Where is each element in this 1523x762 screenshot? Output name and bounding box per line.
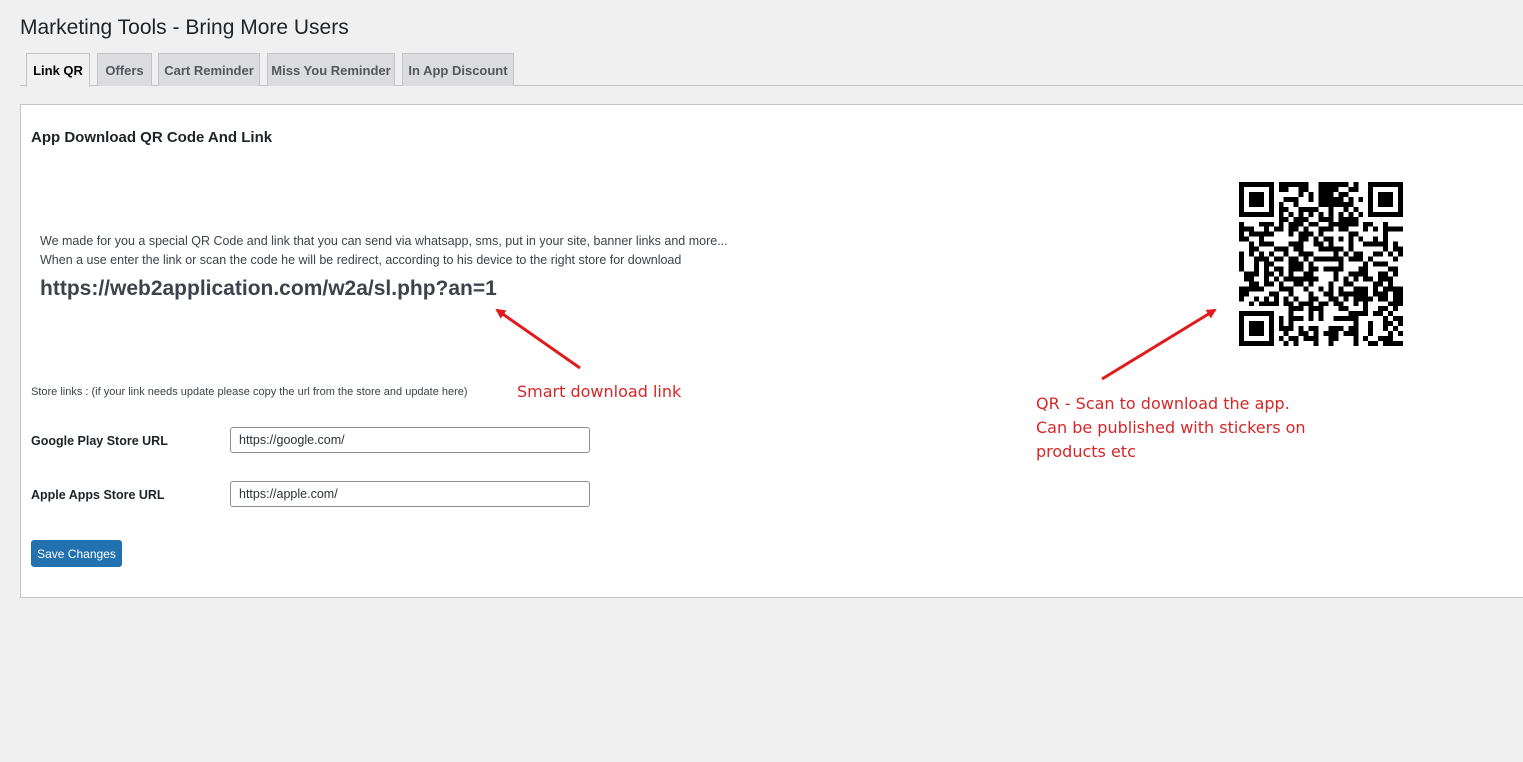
page-title: Marketing Tools - Bring More Users — [20, 16, 349, 39]
annotation-smart-link: Smart download link — [517, 382, 682, 401]
description-line-2: When a use enter the link or scan the co… — [40, 253, 682, 267]
settings-panel: App Download QR Code And Link We made fo… — [20, 104, 1523, 598]
smart-download-link[interactable]: https://web2application.com/w2a/sl.php?a… — [40, 277, 497, 301]
tab-offers[interactable]: Offers — [97, 53, 152, 86]
save-changes-button[interactable]: Save Changes — [31, 540, 122, 567]
annotation-qr-line-3: products etc — [1036, 442, 1136, 461]
tab-in-app-discount[interactable]: In App Discount — [402, 53, 514, 86]
google-play-url-input[interactable] — [230, 427, 590, 453]
apple-store-label: Apple Apps Store URL — [31, 488, 165, 502]
store-links-note: Store links : (if your link needs update… — [31, 386, 468, 398]
annotation-qr-line-2: Can be published with stickers on — [1036, 418, 1306, 437]
tab-bar: Link QR Offers Cart Reminder Miss You Re… — [20, 53, 1523, 87]
qr-code-icon — [1239, 182, 1403, 346]
annotation-qr-line-1: QR - Scan to download the app. — [1036, 394, 1290, 413]
apple-store-url-input[interactable] — [230, 481, 590, 507]
google-play-label: Google Play Store URL — [31, 434, 168, 448]
tab-cart-reminder[interactable]: Cart Reminder — [158, 53, 260, 86]
tab-link-qr[interactable]: Link QR — [26, 53, 90, 87]
description-line-1: We made for you a special QR Code and li… — [40, 234, 728, 248]
tab-miss-you-reminder[interactable]: Miss You Reminder — [267, 53, 395, 86]
section-title: App Download QR Code And Link — [31, 129, 273, 146]
